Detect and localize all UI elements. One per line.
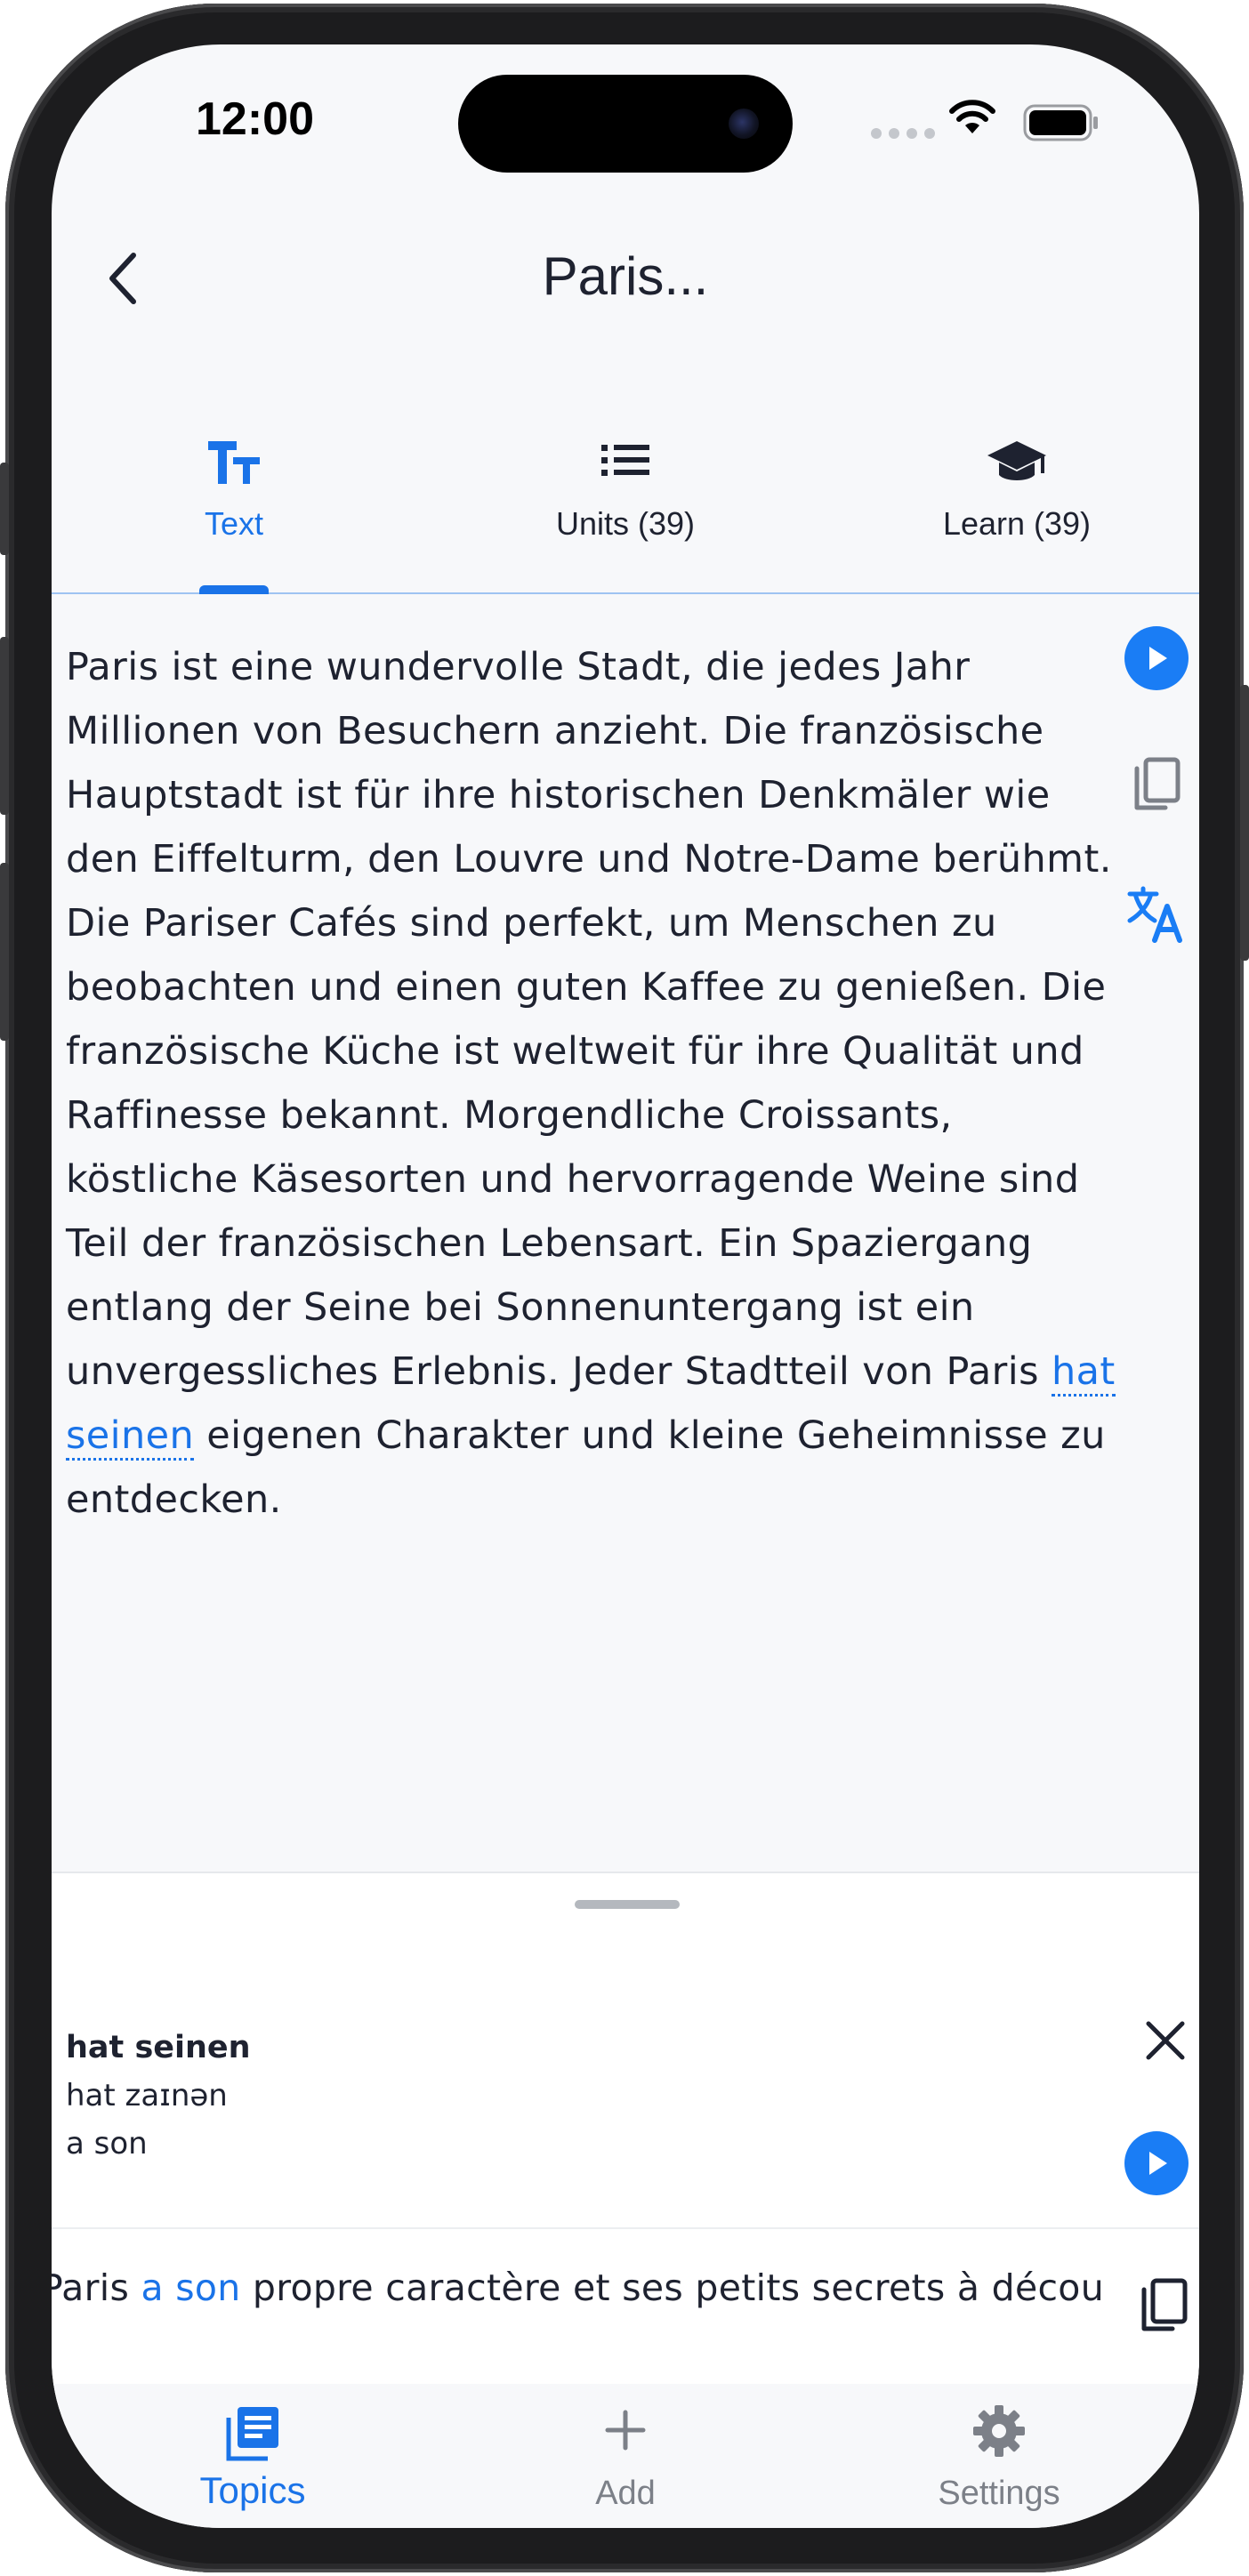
nav-label: Settings (938, 2475, 1060, 2512)
bottom-nav: Topics Add Settings (52, 2384, 1199, 2528)
tab-bar: Text Units (39) Learn (39) (52, 391, 1199, 594)
topics-icon (137, 2403, 368, 2462)
camera-icon (729, 109, 759, 139)
copy-icon (1134, 757, 1181, 810)
nav-label: Topics (199, 2469, 306, 2511)
gear-icon (883, 2403, 1115, 2459)
tab-label: Text (204, 505, 264, 542)
tab-label: Learn (39) (942, 505, 1092, 542)
divider (52, 2227, 1199, 2229)
selected-word: hat seinen (66, 2030, 251, 2065)
cellular-signal-icon (871, 128, 935, 139)
wifi-icon (947, 100, 997, 140)
reading-text-after: eigenen Charakter und kleine Geheimnisse… (66, 1413, 1106, 1522)
volume-up-button (0, 637, 9, 815)
copy-icon (1141, 2278, 1188, 2331)
dynamic-island (458, 75, 793, 173)
tab-active-indicator (199, 585, 269, 594)
status-time: 12:00 (196, 93, 314, 145)
plus-icon (510, 2403, 741, 2457)
example-sentence: Paris a son propre caractère et ses peti… (52, 2258, 1103, 2330)
play-word-button[interactable] (1124, 2131, 1189, 2195)
power-button (1240, 685, 1249, 961)
device-frame: 12:00 Paris... Text Units (39) Learn (39… (0, 0, 1249, 2576)
sheet-drag-handle[interactable] (575, 1900, 680, 1909)
translate-button[interactable] (1124, 882, 1189, 946)
list-icon (492, 438, 759, 482)
tab-learn[interactable]: Learn (39) (883, 391, 1150, 592)
close-sheet-button[interactable] (1130, 2005, 1199, 2076)
sentence-highlight: a son (141, 2266, 241, 2309)
text-format-icon (101, 438, 367, 487)
tab-units[interactable]: Units (39) (492, 391, 759, 592)
nav-add[interactable]: Add (510, 2384, 741, 2528)
app-screen: 12:00 Paris... Text Units (39) Learn (39… (52, 44, 1199, 2528)
volume-down-button (0, 863, 9, 1041)
nav-topics[interactable]: Topics (137, 2384, 368, 2528)
pronunciation: hat zaɪnən (66, 2078, 228, 2113)
play-audio-button[interactable] (1124, 626, 1189, 690)
tab-text[interactable]: Text (101, 391, 367, 594)
copy-text-button[interactable] (1124, 754, 1189, 818)
close-icon (1146, 2021, 1185, 2060)
copy-sentence-button[interactable] (1128, 2272, 1199, 2343)
play-icon (1124, 626, 1189, 690)
sentence-before: Paris (52, 2266, 130, 2309)
action-button (0, 463, 9, 555)
page-title: Paris... (542, 246, 709, 306)
graduation-cap-icon (883, 438, 1150, 487)
reading-text: Paris ist eine wundervolle Stadt, die je… (66, 635, 1116, 1532)
tab-label: Units (39) (555, 505, 696, 542)
sentence-after: propre caractère et ses petits secrets à… (240, 2266, 1103, 2309)
nav-label: Add (595, 2475, 656, 2512)
word-detail-sheet: hat seinen hat zaɪnən a son Paris a son … (52, 1872, 1199, 2386)
translate-icon (1127, 886, 1182, 943)
battery-icon (1023, 104, 1100, 146)
translation: a son (66, 2126, 148, 2161)
nav-settings[interactable]: Settings (883, 2384, 1115, 2528)
reading-text-before: Paris ist eine wundervolle Stadt, die je… (66, 645, 1112, 1394)
play-icon (1124, 2131, 1189, 2195)
